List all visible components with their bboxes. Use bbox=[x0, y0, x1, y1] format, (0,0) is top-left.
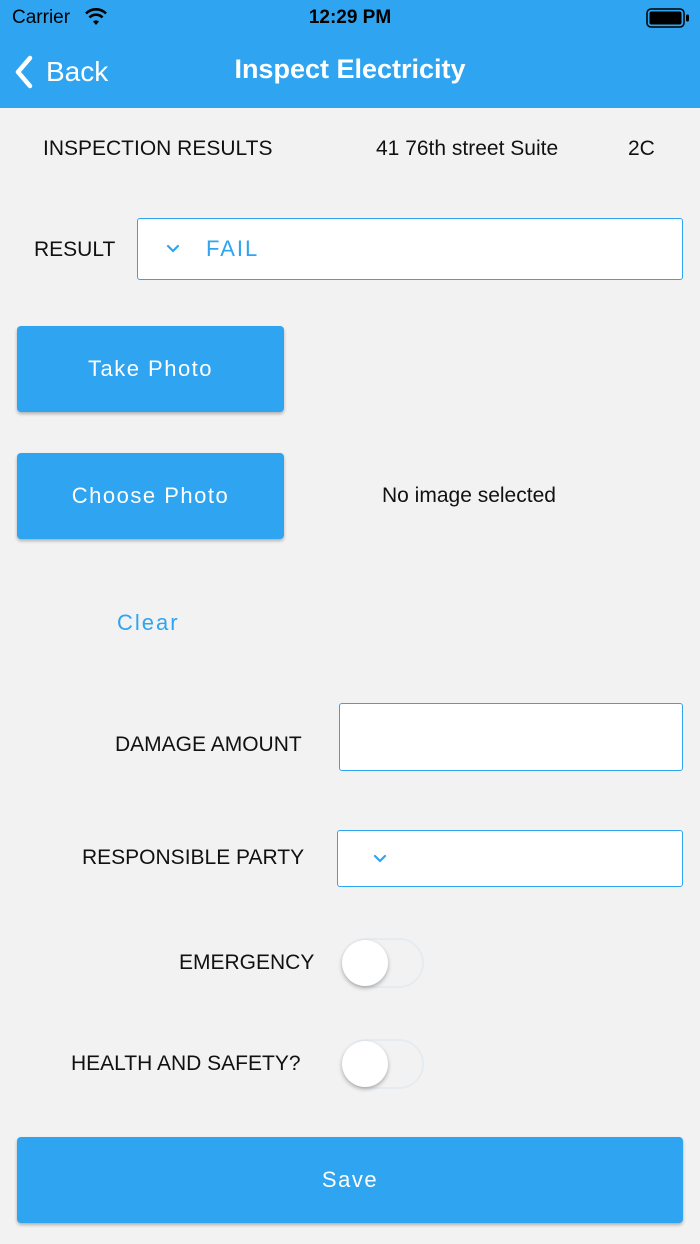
take-photo-button[interactable]: Take Photo bbox=[17, 326, 284, 412]
image-status-text: No image selected bbox=[382, 484, 556, 507]
result-value: FAIL bbox=[206, 236, 260, 261]
battery-icon bbox=[646, 8, 689, 28]
status-bar: Carrier 12:29 PM bbox=[0, 0, 700, 36]
page-title: Inspect Electricity bbox=[234, 54, 466, 84]
chevron-down-icon bbox=[166, 244, 180, 253]
responsible-party-dropdown[interactable] bbox=[337, 830, 683, 887]
damage-amount-input[interactable] bbox=[339, 703, 683, 771]
clear-button[interactable]: Clear bbox=[117, 610, 180, 636]
result-dropdown[interactable]: FAIL bbox=[137, 218, 683, 280]
address-label: 41 76th street Suite bbox=[376, 137, 559, 160]
result-label: RESULT bbox=[34, 238, 116, 261]
unit-label: 2C bbox=[628, 137, 655, 160]
emergency-label: EMERGENCY bbox=[179, 951, 315, 974]
save-button[interactable]: Save bbox=[17, 1137, 683, 1223]
nav-bar: Carrier 12:29 PM Back Inspect Electricit… bbox=[0, 0, 700, 108]
responsible-party-label: RESPONSIBLE PARTY bbox=[82, 846, 305, 869]
toggle-knob bbox=[342, 940, 388, 986]
choose-photo-button[interactable]: Choose Photo bbox=[17, 453, 284, 539]
emergency-toggle[interactable] bbox=[338, 937, 424, 989]
health-safety-label: HEALTH AND SAFETY? bbox=[71, 1052, 301, 1075]
toggle-knob bbox=[342, 1041, 388, 1087]
health-safety-toggle[interactable] bbox=[338, 1038, 424, 1090]
status-time: 12:29 PM bbox=[308, 7, 392, 28]
inspection-results-heading: INSPECTION RESULTS bbox=[43, 137, 273, 160]
chevron-down-icon bbox=[373, 854, 387, 863]
damage-amount-label: DAMAGE AMOUNT bbox=[115, 733, 302, 756]
